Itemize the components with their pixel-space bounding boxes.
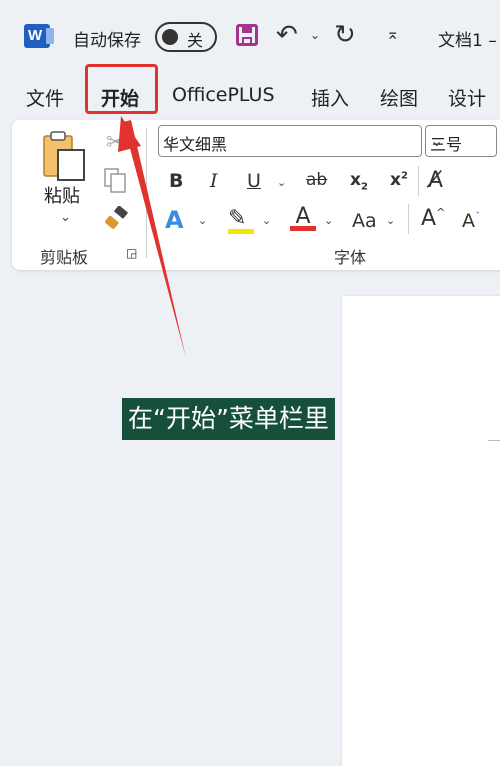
- annotation-caption: 在“开始”菜单栏里: [122, 398, 335, 440]
- annotation-arrow: [118, 116, 186, 358]
